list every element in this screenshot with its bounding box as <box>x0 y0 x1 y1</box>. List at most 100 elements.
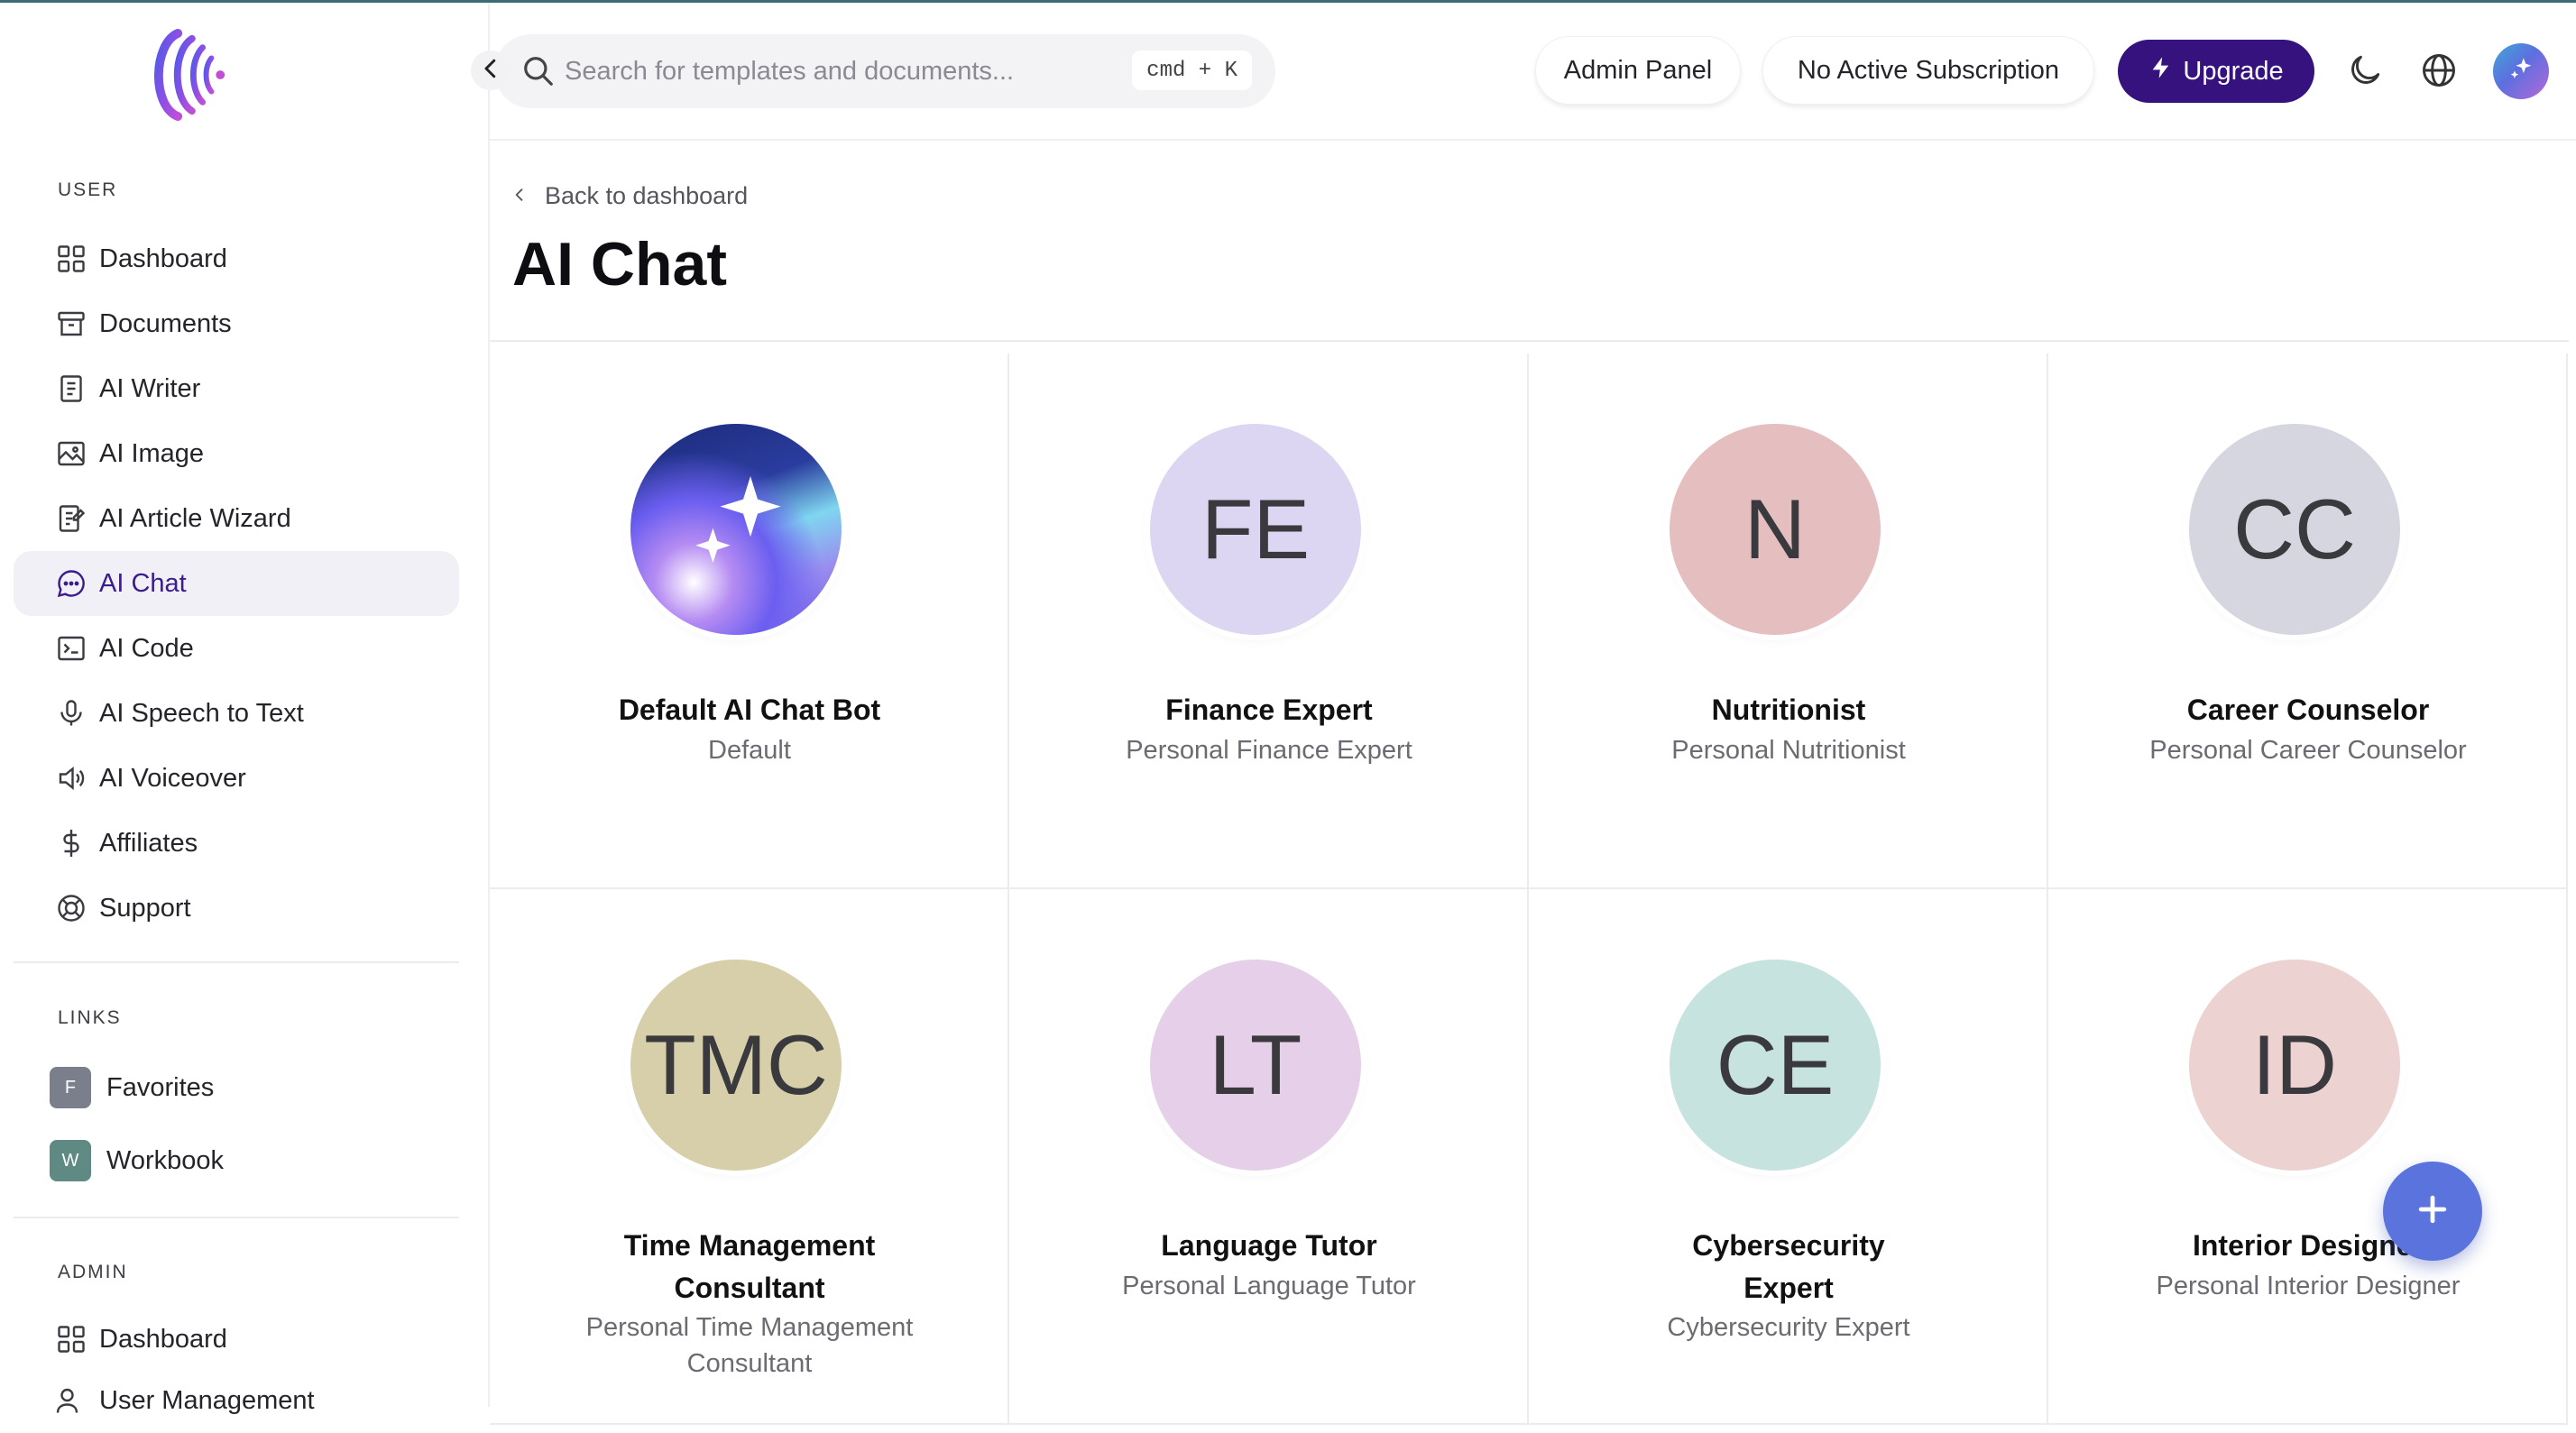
sidebar-item-label: Documents <box>99 308 232 338</box>
sidebar-item-ai-chat[interactable]: AI Chat <box>14 551 459 616</box>
sidebar-item-label: AI Speech to Text <box>99 698 304 728</box>
title-divider <box>490 340 2569 342</box>
workbook-badge: W <box>50 1140 91 1181</box>
bot-avatar: ID <box>2189 960 2400 1171</box>
bot-name: Cybersecurity Expert <box>1692 1229 1885 1304</box>
user-avatar[interactable] <box>2493 43 2549 99</box>
sidebar-item-documents[interactable]: Documents <box>14 291 459 356</box>
dollar-icon <box>55 827 87 859</box>
chat-bot-card[interactable]: ID Interior Designer Personal Interior D… <box>2048 889 2568 1425</box>
upgrade-label: Upgrade <box>2183 56 2284 86</box>
chat-bot-card[interactable]: TMC Time Management Consultant Personal … <box>490 889 1009 1425</box>
grid-icon <box>55 1323 87 1355</box>
chat-bot-card[interactable]: N Nutritionist Personal Nutritionist <box>1529 354 2048 889</box>
subscription-status-button[interactable]: No Active Subscription <box>1762 36 2094 105</box>
sidebar-divider <box>14 961 459 963</box>
collapse-sidebar-button[interactable] <box>471 51 511 90</box>
sidebar-item-ai-article-wizard[interactable]: AI Article Wizard <box>14 486 459 551</box>
dark-mode-toggle[interactable] <box>2345 51 2385 90</box>
upgrade-button[interactable]: Upgrade <box>2118 40 2314 103</box>
bot-avatar: CC <box>2189 424 2400 635</box>
bot-avatar: CE <box>1670 960 1881 1171</box>
lightning-icon <box>2148 55 2174 87</box>
sidebar-item-ai-writer[interactable]: AI Writer <box>14 356 459 421</box>
chevron-left-icon <box>477 55 504 87</box>
default-bot-avatar <box>630 424 842 635</box>
bot-avatar: FE <box>1150 424 1361 635</box>
add-chat-bot-button[interactable] <box>2383 1162 2482 1261</box>
speaker-icon <box>55 762 87 795</box>
chat-bot-card[interactable]: LT Language Tutor Personal Language Tuto… <box>1009 889 1529 1425</box>
sidebar-item-label: AI Chat <box>99 568 187 598</box>
chat-bot-card[interactable]: FE Finance Expert Personal Finance Exper… <box>1009 354 1529 889</box>
admin-item-user-management[interactable]: User Management <box>14 1368 459 1433</box>
bot-description: Cybersecurity Expert <box>1667 1313 1910 1342</box>
page-title: AI Chat <box>512 230 727 299</box>
terminal-icon <box>55 632 87 665</box>
chat-bot-card[interactable]: CC Career Counselor Personal Career Coun… <box>2048 354 2568 889</box>
bot-avatar: LT <box>1150 960 1361 1171</box>
admin-item-dashboard[interactable]: Dashboard <box>14 1307 459 1372</box>
sidebar-item-label: AI Code <box>99 633 194 663</box>
sidebar-divider <box>14 1217 459 1218</box>
sidebar-item-label: AI Article Wizard <box>99 503 291 533</box>
link-favorites[interactable]: F Favorites <box>14 1055 459 1120</box>
sidebar-item-ai-image[interactable]: AI Image <box>14 421 459 486</box>
back-to-dashboard-link[interactable]: Back to dashboard <box>511 182 748 210</box>
document-icon <box>55 372 87 405</box>
link-workbook[interactable]: W Workbook <box>14 1128 459 1193</box>
sidebar-item-label: AI Voiceover <box>99 763 246 793</box>
bot-name: Default AI Chat Bot <box>618 694 881 726</box>
sidebar-item-label: Dashboard <box>99 243 227 273</box>
bot-description: Personal Language Tutor <box>1122 1272 1416 1300</box>
chat-bot-card[interactable]: Default AI Chat Bot Default <box>490 354 1009 889</box>
admin-section-label: ADMIN <box>58 1262 128 1282</box>
sidebar: USER Dashboard Documents AI Writer AI Image… <box>0 3 490 1415</box>
search-icon <box>521 54 556 88</box>
sidebar-item-ai-speech-to-text[interactable]: AI Speech to Text <box>14 681 459 746</box>
bot-name: Nutritionist <box>1711 694 1866 726</box>
links-section-label: LINKS <box>58 1007 122 1028</box>
chat-bot-grid: Default AI Chat Bot Default FE Finance E… <box>490 354 2569 1425</box>
bot-description: Personal Interior Designer <box>2156 1272 2461 1300</box>
bot-name: Career Counselor <box>2186 694 2430 726</box>
chat-icon <box>55 567 87 600</box>
lifebuoy-icon <box>55 892 87 924</box>
bot-description: Personal Nutritionist <box>1671 736 1906 765</box>
link-label: Favorites <box>106 1072 215 1102</box>
admin-item-label: User Management <box>99 1385 315 1415</box>
sidebar-item-label: Affiliates <box>99 828 198 858</box>
bot-description: Personal Finance Expert <box>1126 736 1412 765</box>
link-label: Workbook <box>106 1145 225 1175</box>
admin-panel-button[interactable]: Admin Panel <box>1535 36 1741 105</box>
sidebar-item-affiliates[interactable]: Affiliates <box>14 811 459 876</box>
sidebar-item-label: AI Image <box>99 438 205 468</box>
bot-name: Time Management Consultant <box>623 1229 876 1304</box>
language-button[interactable] <box>2419 51 2459 90</box>
sidebar-item-ai-voiceover[interactable]: AI Voiceover <box>14 746 459 811</box>
microphone-icon <box>55 697 87 730</box>
article-icon <box>55 502 87 535</box>
bot-description: Default <box>708 736 791 765</box>
header-divider <box>490 139 2576 141</box>
chat-bot-card[interactable]: CE Cybersecurity Expert Cybersecurity Ex… <box>1529 889 2048 1425</box>
app-logo[interactable] <box>143 26 231 124</box>
moon-icon <box>2345 55 2385 94</box>
users-icon <box>55 1384 87 1417</box>
back-link-label: Back to dashboard <box>545 182 749 209</box>
bot-description: Personal Career Counselor <box>2149 736 2467 765</box>
bot-avatar: N <box>1670 424 1881 635</box>
bot-avatar: TMC <box>630 960 842 1171</box>
search-input[interactable] <box>565 51 1070 92</box>
user-section-label: USER <box>58 179 118 200</box>
sidebar-item-dashboard[interactable]: Dashboard <box>14 226 459 291</box>
bot-description: Personal Time Management Consultant <box>585 1313 914 1378</box>
sidebar-item-support[interactable]: Support <box>14 876 459 941</box>
sparkle-icon <box>2506 54 2536 89</box>
chevron-left-icon <box>511 182 529 210</box>
admin-item-label: Dashboard <box>99 1324 227 1354</box>
search-bar[interactable]: cmd + K <box>494 34 1275 108</box>
sidebar-item-ai-code[interactable]: AI Code <box>14 616 459 681</box>
search-shortcut-hint: cmd + K <box>1132 51 1252 90</box>
plus-icon <box>2413 1190 2452 1234</box>
